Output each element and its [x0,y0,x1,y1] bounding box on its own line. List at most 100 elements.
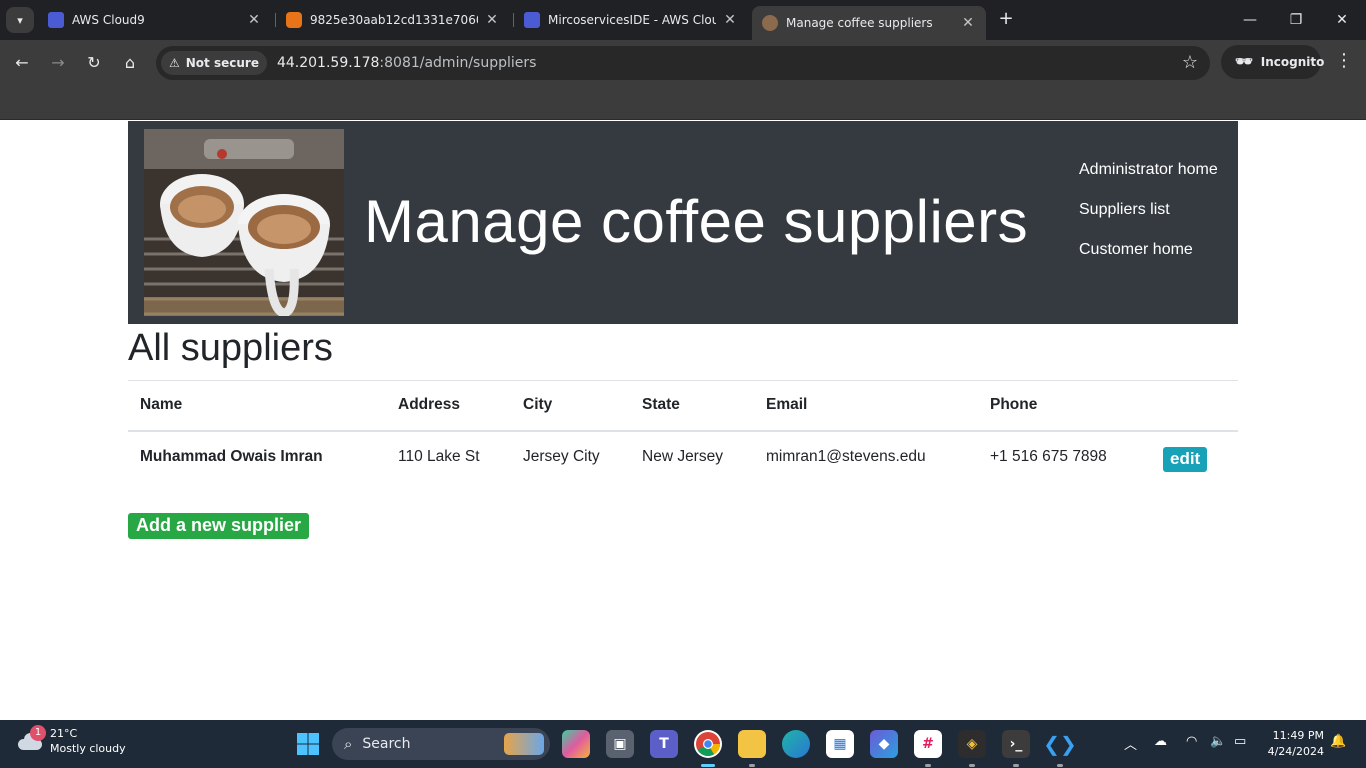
incognito-label: Incognito [1260,55,1325,69]
terminal-icon[interactable]: ›_ [1002,730,1030,758]
coffee-cups-image [144,129,344,316]
tab-title: MircoservicesIDE - AWS Cloud9 [548,13,716,27]
more-vertical-icon: ⋮ [1335,50,1353,71]
notification-bell-icon[interactable]: 🔔 [1330,734,1346,749]
running-indicator [969,764,975,767]
weather-text: 21°C Mostly cloudy [50,726,126,756]
plus-icon: + [998,8,1014,29]
cloud9-icon [524,12,540,28]
edit-button[interactable]: edit [1163,446,1208,472]
running-indicator [925,764,931,767]
reload-button[interactable]: ↻ [81,50,107,76]
table-header-row: Name Address City State Email Phone [128,380,1238,431]
incognito-badge[interactable]: 🕶 Incognito [1221,45,1324,79]
column-header-phone: Phone [990,396,1038,414]
tab-microservices-ide[interactable]: MircoservicesIDE - AWS Cloud9 ✕ [514,6,748,34]
security-chip[interactable]: ⚠ Not secure [161,51,267,75]
tab-hash[interactable]: 9825e30aab12cd1331e706088b ✕ [276,6,510,34]
bookmark-bar [0,86,1366,120]
nav-link-customer-home[interactable]: Customer home [1079,238,1229,262]
address-bar[interactable]: ⚠ Not secure 44.201.59.178:8081/admin/su… [156,46,1210,80]
edge-icon[interactable] [782,730,810,758]
cloud9-icon [48,12,64,28]
tab-title: 9825e30aab12cd1331e706088b [310,13,478,27]
tab-search-button[interactable]: ▾ [6,7,34,33]
column-header-state: State [642,396,680,414]
browser-toolbar: ← → ↻ ⌂ ⚠ Not secure 44.201.59.178:8081/… [0,40,1366,86]
close-icon[interactable]: ✕ [722,12,738,28]
start-button[interactable] [294,730,322,758]
running-indicator [1057,764,1063,767]
weather-temperature: 21°C [50,727,78,740]
minimize-button[interactable]: — [1238,8,1262,32]
chevron-up-icon[interactable]: ︿ [1124,734,1137,753]
system-clock[interactable]: 11:49 PM 4/24/2024 [1262,728,1324,760]
search-highlight-icon [504,733,544,755]
file-explorer-icon[interactable] [738,730,766,758]
taskbar-search[interactable]: ⌕ Search [332,728,550,760]
tab-strip: ▾ AWS Cloud9 ✕ 9825e30aab12cd1331e706088… [0,0,1366,40]
nav-link-suppliers-list[interactable]: Suppliers list [1079,198,1229,222]
copilot-app-icon[interactable]: ◆ [870,730,898,758]
supplier-name: Muhammad Owais Imran [140,447,323,465]
close-icon[interactable]: ✕ [484,12,500,28]
weather-condition: Mostly cloudy [50,742,126,755]
new-tab-button[interactable]: + [996,9,1016,29]
arrow-right-icon: → [51,53,65,72]
column-header-city: City [523,396,553,414]
notification-badge: 1 [30,725,46,741]
back-button[interactable]: ← [9,50,35,76]
site-header: Manage coffee suppliers Administrator ho… [128,121,1238,324]
column-header-actions [1151,381,1238,431]
close-icon[interactable]: ✕ [960,15,976,31]
minimize-icon: — [1243,12,1257,28]
close-icon: ✕ [1336,12,1348,28]
wifi-icon[interactable]: ◠ [1186,734,1197,749]
teams-icon[interactable]: T [650,730,678,758]
tab-title: AWS Cloud9 [72,13,145,27]
coffee-icon [762,15,778,31]
chrome-icon[interactable] [694,730,722,758]
url-host: 44.201.59.178 [276,55,380,71]
running-indicator [749,764,755,767]
close-window-button[interactable]: ✕ [1330,8,1354,32]
copilot-icon[interactable] [562,730,590,758]
nav-link-administrator-home[interactable]: Administrator home [1079,158,1229,182]
url-path: :8081/admin/suppliers [379,55,537,71]
slack-icon[interactable]: # [914,730,942,758]
git-icon[interactable]: ◈ [958,730,986,758]
onedrive-icon[interactable]: ☁ [1154,734,1167,749]
tab-manage-coffee-suppliers[interactable]: Manage coffee suppliers ✕ [752,6,986,40]
site-title: Manage coffee suppliers [364,188,1029,255]
supplier-phone: +1 516 675 7898 [990,447,1107,465]
restore-button[interactable]: ❐ [1284,8,1308,32]
vscode-icon[interactable]: ❮❯ [1043,730,1077,758]
volume-icon[interactable]: 🔈 [1210,734,1226,749]
warning-icon: ⚠ [169,56,180,70]
bookmark-star-icon[interactable]: ☆ [1182,52,1198,73]
home-icon: ⌂ [124,53,136,72]
close-icon[interactable]: ✕ [246,12,262,28]
column-header-email: Email [766,396,808,414]
store-icon[interactable]: ▦ [826,730,854,758]
table-row: Muhammad Owais Imran 110 Lake St Jersey … [128,431,1238,481]
column-header-address: Address [398,396,461,414]
suppliers-table: Name Address City State Email Phone Muha… [128,380,1238,481]
page-viewport: Manage coffee suppliers Administrator ho… [0,120,1366,720]
url-text[interactable]: 44.201.59.178:8081/admin/suppliers [277,55,536,71]
column-header-name: Name [140,396,183,414]
page-heading: All suppliers [128,327,333,369]
supplier-actions: edit [1151,431,1238,481]
tab-aws-cloud9[interactable]: AWS Cloud9 ✕ [38,6,272,34]
home-button[interactable]: ⌂ [117,50,143,76]
supplier-state: New Jersey [642,447,723,465]
task-view-icon[interactable]: ▣ [606,730,634,758]
hexagon-icon [286,12,302,28]
search-label: Search [362,736,411,752]
forward-button[interactable]: → [45,50,71,76]
add-supplier-button[interactable]: Add a new supplier [128,513,310,539]
supplier-address: 110 Lake St [398,447,480,465]
browser-menu-button[interactable]: ⋮ [1334,50,1354,71]
battery-icon[interactable]: ▭ [1234,734,1246,749]
reload-icon: ↻ [87,53,101,72]
